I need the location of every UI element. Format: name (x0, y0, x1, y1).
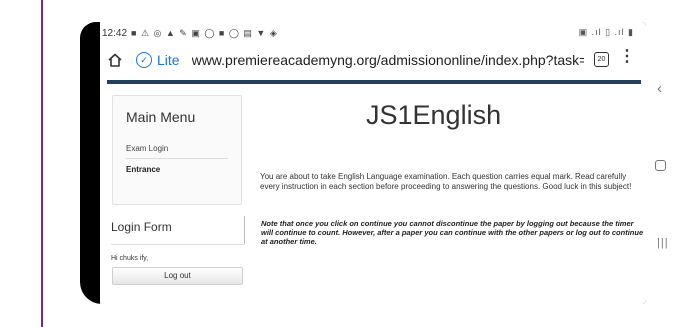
content-divider (244, 216, 245, 244)
phone-frame: 12:42 ■ ⚠ ◎ ▲ ✎ ▣ ◯ ■ ◯ ▤ ▼ ◈ ▣ .ıl ▯ .ı… (80, 22, 646, 304)
lite-mode-chip[interactable]: ✓ Lite (136, 52, 180, 68)
more-vert-icon[interactable]: ⋮ (619, 49, 635, 65)
menu-item-entrance[interactable]: Entrance (126, 165, 160, 174)
lite-label: Lite (157, 52, 180, 68)
main-menu-panel: Main Menu Exam Login Entrance (112, 95, 242, 205)
recents-icon[interactable]: ||| (657, 237, 669, 249)
browser-screen: 12:42 ■ ⚠ ◎ ▲ ✎ ▣ ◯ ■ ◯ ▤ ▼ ◈ ▣ .ıl ▯ .ı… (100, 22, 646, 304)
main-menu-title: Main Menu (126, 109, 196, 125)
page-title: JS1English (366, 100, 502, 130)
left-accent-bar (41, 0, 43, 327)
home-icon[interactable] (106, 51, 124, 69)
tab-switcher-button[interactable]: 20 (594, 52, 609, 67)
menu-divider (126, 158, 228, 159)
address-field[interactable]: www.premiereacademyng.org/admissiononlin… (192, 52, 584, 68)
signal-battery-icons: ▣ .ıl ▯ .ıl ▮ (578, 27, 634, 37)
menu-item-exam-login[interactable]: Exam Login (126, 144, 168, 153)
login-form-title: Login Form (111, 220, 172, 234)
notification-icons: ■ ⚠ ◎ ▲ ✎ ▣ ◯ ■ ◯ ▤ ▼ ◈ (131, 27, 278, 38)
login-form-divider (111, 244, 244, 245)
status-time: 12:42 (102, 27, 128, 39)
lite-mode-icon: ✓ (136, 52, 152, 68)
status-bar: 12:42 ■ ⚠ ◎ ▲ ✎ ▣ ◯ ■ ◯ ▤ ▼ ◈ ▣ .ıl ▯ .ı… (100, 22, 646, 44)
back-chevron-icon[interactable]: ‹ (657, 80, 662, 97)
url-bar: ✓ Lite www.premiereacademyng.org/admissi… (100, 45, 646, 75)
home-square-icon[interactable] (655, 160, 666, 171)
site-header-bar (107, 80, 641, 84)
logout-button[interactable]: Log out (112, 267, 243, 285)
exam-note: Note that once you click on continue you… (261, 219, 644, 246)
user-greeting: Hi chuks ify, (111, 255, 149, 262)
exam-instructions: You are about to take English Language e… (260, 172, 632, 191)
